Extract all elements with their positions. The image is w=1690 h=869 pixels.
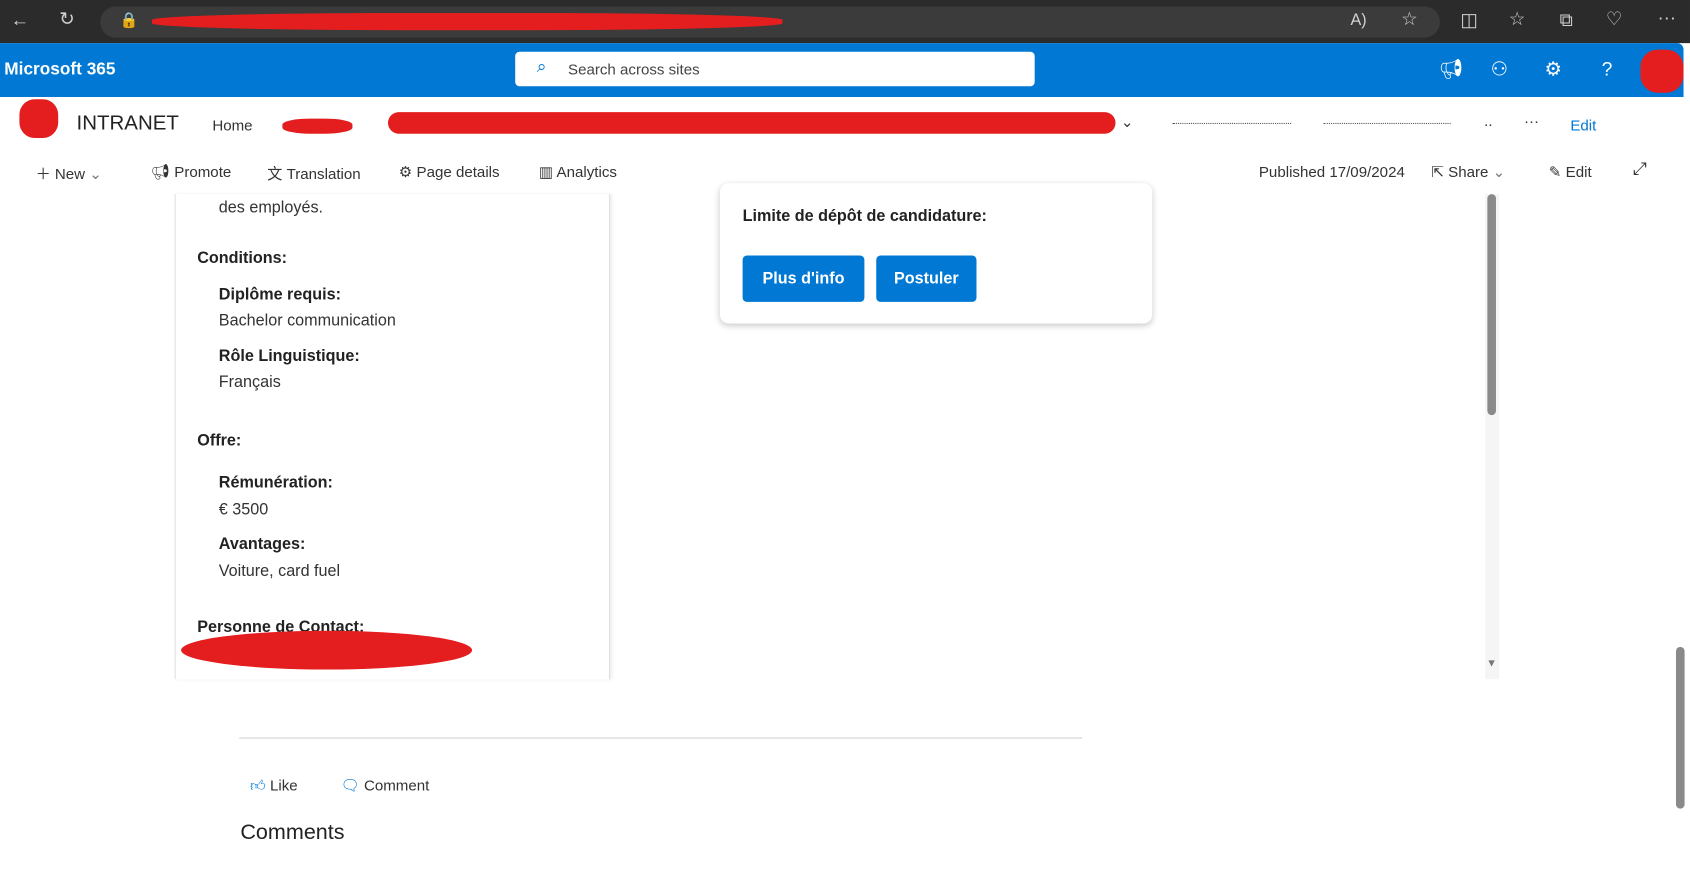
content-scrollbar[interactable]: ▼ <box>1485 194 1500 680</box>
page-details-button[interactable]: ⚙ Page details <box>399 163 500 181</box>
redacted-nav <box>282 118 353 134</box>
collections-icon[interactable]: ⧉ <box>1560 10 1573 32</box>
nav-home[interactable]: Home <box>212 116 252 133</box>
share-icon: ⇱ <box>1431 162 1449 181</box>
translation-button[interactable]: 文 Translation <box>267 163 360 185</box>
benefits-value: Voiture, card fuel <box>218 561 341 581</box>
split-screen-icon[interactable]: ◫ <box>1460 10 1477 32</box>
analytics-button[interactable]: ▥ Analytics <box>539 163 617 181</box>
divider <box>239 737 1083 739</box>
published-status: Published 17/09/2024 <box>1258 162 1405 181</box>
read-aloud-icon[interactable]: A) <box>1350 11 1366 29</box>
comments-heading: Comments <box>240 820 345 845</box>
expand-icon[interactable]: ⤢ <box>1633 161 1647 180</box>
share-button[interactable]: ⇱ Share ⌄ <box>1431 163 1505 181</box>
favorite-icon[interactable]: ☆ <box>1401 9 1417 31</box>
salary-value: € 3500 <box>218 500 269 519</box>
analytics-label: Analytics <box>556 162 617 181</box>
nav-more-button[interactable]: ··· <box>1524 112 1539 129</box>
address-bar[interactable]: 🔒 A) ☆ <box>100 6 1440 38</box>
nav-item-obscured[interactable] <box>1323 122 1451 124</box>
megaphone-icon[interactable]: 📢︎ <box>1439 58 1464 81</box>
comment-button[interactable]: 🗨︎ Comment <box>341 776 430 794</box>
settings-icon[interactable]: ⚙ <box>1544 58 1561 81</box>
job-details-panel: des employés. Conditions: Diplôme requis… <box>174 194 611 680</box>
like-label: Like <box>270 776 298 794</box>
nav-item-obscured[interactable]: .. <box>1484 112 1492 129</box>
analytics-icon: ▥ <box>538 162 557 181</box>
redacted-url <box>151 12 783 31</box>
deadline-label: Limite de dépôt de candidature: <box>742 207 987 226</box>
help-icon[interactable]: ? <box>1602 58 1613 81</box>
scrollbar-thumb[interactable] <box>1487 194 1496 416</box>
comment-icon: 🗨︎ <box>340 776 364 794</box>
back-icon[interactable]: ← <box>11 10 29 32</box>
diploma-label: Diplôme requis: <box>218 285 341 305</box>
edit-button[interactable]: ✎ Edit <box>1549 163 1592 181</box>
language-label: Rôle Linguistique: <box>218 347 360 366</box>
translation-icon: 文 <box>267 164 287 183</box>
chevron-down-icon: ⌄ <box>89 164 102 183</box>
nav-item-obscured[interactable] <box>1172 122 1292 124</box>
share-label: Share <box>1448 162 1489 181</box>
app-title[interactable]: Microsoft 365 <box>4 60 115 79</box>
plus-icon: ＋ <box>35 164 55 183</box>
gear-icon: ⚙ <box>398 162 417 181</box>
promote-button[interactable]: 📢︎ Promote <box>151 163 231 181</box>
redacted-contact <box>181 630 473 670</box>
avatar[interactable] <box>1640 49 1684 93</box>
salary-label: Rémunération: <box>218 473 333 492</box>
site-logo[interactable] <box>19 99 59 139</box>
description-text: des employés. <box>218 198 324 217</box>
new-label: New <box>54 164 86 183</box>
translation-label: Translation <box>286 164 361 183</box>
feedback-icon[interactable]: ⚇ <box>1491 58 1508 81</box>
favorites-icon[interactable]: ☆ <box>1509 9 1525 31</box>
edit-label: Edit <box>1565 162 1592 181</box>
site-header: INTRANET Home ⌄ .. ··· Edit <box>0 97 1690 151</box>
diploma-value: Bachelor communication <box>218 311 396 330</box>
conditions-heading: Conditions: <box>197 249 288 268</box>
apply-button[interactable]: Postuler <box>876 255 977 302</box>
chevron-down-icon: ⌄ <box>1492 162 1506 181</box>
offer-heading: Offre: <box>197 431 242 450</box>
promote-label: Promote <box>174 162 232 181</box>
lock-icon: 🔒 <box>119 10 139 29</box>
pencil-icon: ✎ <box>1548 162 1566 181</box>
search-icon: ⌕ <box>536 58 547 77</box>
page-details-label: Page details <box>416 162 500 181</box>
suite-header: Microsoft 365 ⌕ Search across sites 📢︎ ⚇… <box>0 43 1684 98</box>
nav-edit-link[interactable]: Edit <box>1570 116 1596 133</box>
search-placeholder: Search across sites <box>568 60 700 78</box>
application-card: Limite de dépôt de candidature: Plus d'i… <box>719 183 1153 324</box>
scrollbar-thumb[interactable] <box>1675 646 1685 809</box>
megaphone-icon: 📢︎ <box>150 162 175 181</box>
benefits-label: Avantages: <box>218 534 306 554</box>
comment-label: Comment <box>363 776 430 794</box>
browser-toolbar: ← ↻ 🔒 A) ☆ ◫ ☆ ⧉ ♡ ··· <box>0 0 1690 44</box>
health-icon[interactable]: ♡ <box>1606 9 1622 31</box>
search-input[interactable]: ⌕ Search across sites <box>515 51 1035 87</box>
like-button[interactable]: 👍︎ Like <box>250 776 298 794</box>
more-info-button[interactable]: Plus d'info <box>742 255 865 302</box>
new-button[interactable]: ＋ New ⌄ <box>36 163 102 185</box>
language-value: Français <box>218 373 281 392</box>
more-icon[interactable]: ··· <box>1658 8 1676 30</box>
scroll-down-icon[interactable]: ▼ <box>1486 658 1497 670</box>
site-name[interactable]: INTRANET <box>77 112 179 136</box>
chevron-down-icon[interactable]: ⌄ <box>1121 113 1134 131</box>
refresh-icon[interactable]: ↻ <box>59 9 74 31</box>
page-scrollbar[interactable] <box>1673 194 1688 862</box>
thumbs-up-icon: 👍︎ <box>250 776 271 794</box>
redacted-nav <box>388 112 1116 134</box>
